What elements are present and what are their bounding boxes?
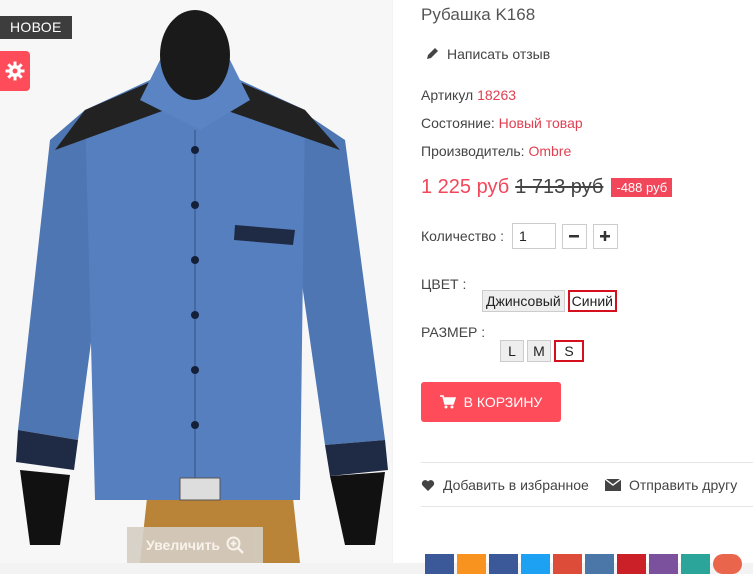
color-label: ЦВЕТ :	[421, 276, 467, 292]
size-label: РАЗМЕР :	[421, 324, 486, 340]
size-option-m[interactable]: M	[527, 340, 551, 362]
product-title: Рубашка K168	[421, 5, 536, 24]
condition-row: Состояние: Новый товар	[421, 115, 583, 131]
divider-top	[421, 462, 753, 463]
share-button-2[interactable]	[457, 554, 486, 574]
color-option-blue[interactable]: Синий	[567, 290, 617, 312]
cart-icon	[439, 395, 456, 409]
discount-badge: -488 руб	[611, 178, 673, 197]
zoom-in-icon	[226, 536, 244, 554]
write-review-label: Написать отзыв	[447, 46, 551, 62]
envelope-icon	[605, 479, 621, 491]
settings-button[interactable]	[0, 51, 30, 91]
color-options: Джинсовый Синий	[482, 290, 617, 312]
share-button-10[interactable]	[713, 554, 742, 574]
sku-label: Артикул	[421, 87, 474, 103]
product-image-area: НОВОЕ Увеличить	[0, 0, 392, 563]
send-to-friend-link[interactable]: Отправить другу	[605, 477, 737, 493]
condition-label: Состояние:	[421, 115, 495, 131]
share-button-5[interactable]	[553, 554, 582, 574]
send-to-friend-label: Отправить другу	[629, 477, 738, 493]
write-review-link[interactable]: Написать отзыв	[425, 46, 550, 62]
pencil-icon	[427, 48, 438, 59]
current-price: 1 225 руб	[421, 176, 510, 198]
add-to-wishlist-label: Добавить в избранное	[443, 477, 589, 493]
condition-value: Новый товар	[498, 115, 583, 131]
old-price: 1 713 руб	[515, 176, 604, 198]
sku-row: Артикул 18263	[421, 87, 516, 103]
share-button-4[interactable]	[521, 554, 550, 574]
manufacturer-row: Производитель: Ombre	[421, 143, 571, 159]
color-option-denim[interactable]: Джинсовый	[482, 290, 565, 312]
share-button-7[interactable]	[617, 554, 646, 574]
add-to-wishlist-link[interactable]: Добавить в избранное	[421, 477, 589, 493]
share-button-1[interactable]	[425, 554, 454, 574]
quantity-row: Количество :	[421, 223, 618, 249]
manufacturer-link[interactable]: Ombre	[528, 143, 571, 159]
product-details: Рубашка K168 Написать отзыв Артикул 1826…	[393, 0, 753, 574]
size-option-l[interactable]: L	[500, 340, 524, 362]
heart-icon	[421, 479, 435, 491]
divider-bottom	[421, 506, 753, 507]
quantity-minus-button[interactable]	[561, 223, 587, 249]
sku-value: 18263	[477, 87, 517, 103]
zoom-button[interactable]: Увеличить	[127, 527, 263, 563]
size-options: L M S	[500, 340, 584, 362]
gear-icon	[5, 61, 25, 81]
new-badge: НОВОЕ	[0, 16, 72, 39]
shirt-photo[interactable]	[0, 0, 392, 563]
quantity-plus-button[interactable]	[592, 223, 618, 249]
plus-icon	[600, 231, 611, 241]
add-to-cart-button[interactable]: В КОРЗИНУ	[421, 382, 561, 422]
share-button-3[interactable]	[489, 554, 518, 574]
zoom-label: Увеличить	[145, 537, 221, 553]
share-button-9[interactable]	[681, 554, 710, 574]
quantity-input[interactable]	[511, 223, 556, 249]
add-to-cart-label: В КОРЗИНУ	[463, 394, 543, 410]
share-button-8[interactable]	[649, 554, 678, 574]
share-button-6[interactable]	[585, 554, 614, 574]
price-row: 1 225 руб 1 713 руб -488 руб	[421, 176, 673, 199]
quantity-label: Количество :	[421, 228, 504, 244]
minus-icon	[569, 235, 580, 238]
social-share-bar	[425, 554, 742, 574]
manufacturer-label: Производитель:	[421, 143, 525, 159]
size-option-s[interactable]: S	[554, 340, 584, 362]
